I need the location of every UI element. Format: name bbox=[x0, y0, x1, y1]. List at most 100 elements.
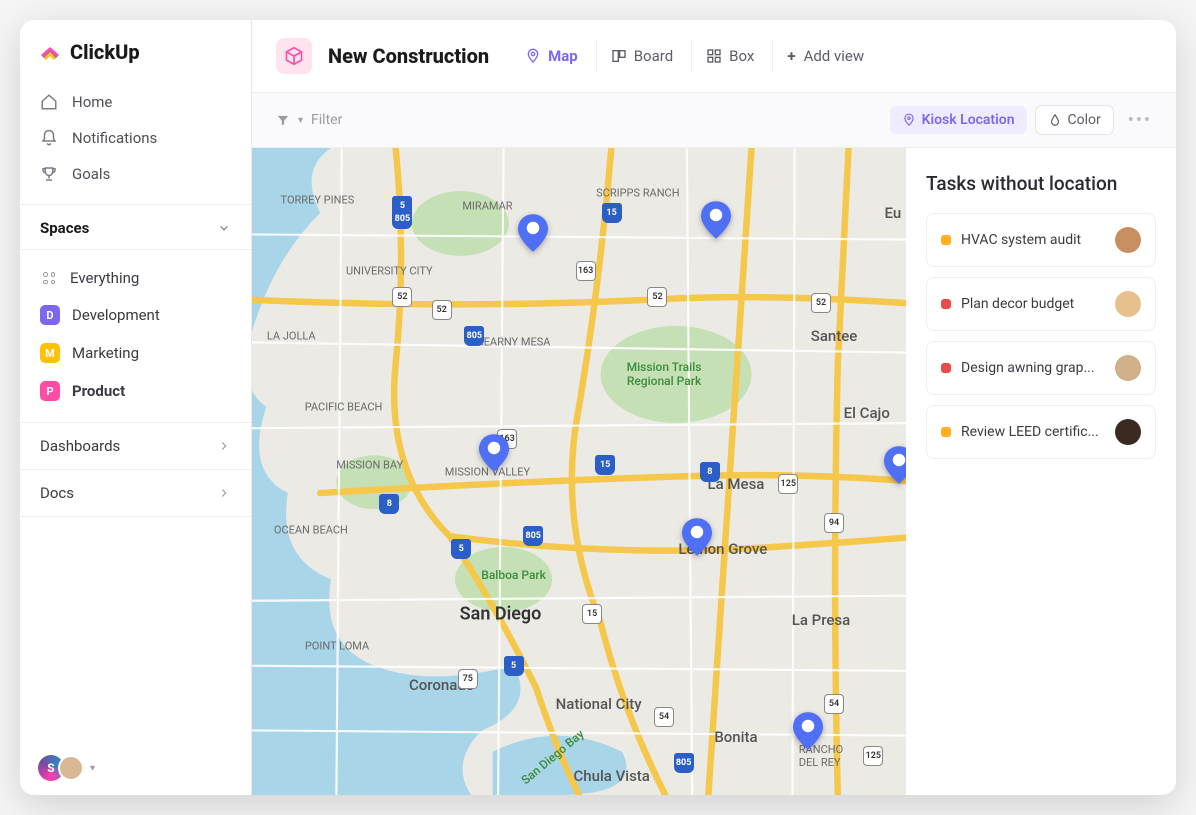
toolbar: ▾ Filter Kiosk Location Color ••• bbox=[252, 93, 1176, 148]
home-icon bbox=[40, 93, 58, 111]
pin-icon bbox=[902, 113, 916, 127]
tasks-panel: Tasks without location HVAC system audit… bbox=[906, 148, 1176, 795]
task-card[interactable]: HVAC system audit bbox=[926, 213, 1156, 267]
more-options-button[interactable]: ••• bbox=[1128, 110, 1152, 131]
space-badge: D bbox=[40, 305, 60, 325]
map-label: OCEAN BEACH bbox=[274, 523, 348, 536]
main: New Construction Map Board Box + Add vie… bbox=[252, 20, 1176, 795]
assignee-avatar bbox=[1115, 419, 1141, 445]
assignee-avatar bbox=[1115, 355, 1141, 381]
view-tab-box[interactable]: Box bbox=[691, 41, 768, 71]
panel-title: Tasks without location bbox=[926, 172, 1156, 195]
map-label: SCRIPPS RANCH bbox=[596, 187, 679, 200]
everything-icon bbox=[40, 269, 58, 287]
map-label: Mission TrailsRegional Park bbox=[627, 360, 702, 388]
map-view[interactable]: TORREY PINESMIRAMARSCRIPPS RANCHUNIVERSI… bbox=[252, 148, 906, 795]
map-pin[interactable] bbox=[479, 434, 509, 472]
nav-notifications[interactable]: Notifications bbox=[20, 120, 251, 156]
task-label: HVAC system audit bbox=[961, 232, 1105, 248]
filter-label: Filter bbox=[311, 112, 342, 128]
brand-name: ClickUp bbox=[70, 40, 140, 64]
map-pin[interactable] bbox=[518, 214, 548, 252]
space-label: Development bbox=[72, 306, 160, 324]
map-pin[interactable] bbox=[793, 712, 823, 750]
content: TORREY PINESMIRAMARSCRIPPS RANCHUNIVERSI… bbox=[252, 148, 1176, 795]
nav-label: Docs bbox=[40, 484, 74, 502]
interstate-shield-icon bbox=[523, 526, 543, 546]
route-shield-icon bbox=[647, 287, 667, 307]
bell-icon bbox=[40, 129, 58, 147]
map-label: PACIFIC BEACH bbox=[305, 400, 383, 413]
brand-logo[interactable]: ClickUp bbox=[20, 20, 251, 82]
map-label: National City bbox=[556, 695, 642, 713]
nav-label: Notifications bbox=[72, 129, 157, 147]
space-badge: P bbox=[40, 381, 60, 401]
view-label: Map bbox=[548, 47, 578, 65]
map-label: POINT LOMA bbox=[305, 640, 369, 653]
space-list: Everything D Development M Marketing P P… bbox=[20, 250, 251, 422]
route-shield-icon bbox=[392, 287, 412, 307]
status-indicator bbox=[941, 299, 951, 309]
interstate-shield-icon bbox=[504, 656, 524, 676]
space-development[interactable]: D Development bbox=[20, 296, 251, 334]
view-tab-board[interactable]: Board bbox=[596, 41, 687, 71]
task-label: Design awning grap... bbox=[961, 360, 1105, 376]
task-card[interactable]: Design awning grap... bbox=[926, 341, 1156, 395]
space-label: Marketing bbox=[72, 344, 139, 362]
space-marketing[interactable]: M Marketing bbox=[20, 334, 251, 372]
trophy-icon bbox=[40, 165, 58, 183]
interstate-shield-icon bbox=[392, 209, 412, 229]
kiosk-location-button[interactable]: Kiosk Location bbox=[890, 106, 1027, 134]
map-pin[interactable] bbox=[701, 201, 731, 239]
route-shield-icon bbox=[432, 300, 452, 320]
route-shield-icon bbox=[824, 694, 844, 714]
route-shield-icon bbox=[654, 707, 674, 727]
nav-home[interactable]: Home bbox=[20, 84, 251, 120]
filter-icon bbox=[276, 113, 290, 127]
view-label: Box bbox=[729, 47, 754, 65]
box-icon bbox=[284, 46, 304, 66]
user-menu[interactable]: S ▾ bbox=[20, 741, 251, 795]
task-card[interactable]: Review LEED certific... bbox=[926, 405, 1156, 459]
view-tab-map[interactable]: Map bbox=[511, 41, 592, 71]
assignee-avatar bbox=[1115, 291, 1141, 317]
filter-button[interactable]: ▾ Filter bbox=[276, 112, 342, 128]
task-label: Plan decor budget bbox=[961, 296, 1105, 312]
clickup-logo-icon bbox=[38, 40, 62, 64]
task-list: HVAC system audit Plan decor budget Desi… bbox=[926, 213, 1156, 459]
map-pin[interactable] bbox=[682, 518, 712, 556]
topbar: New Construction Map Board Box + Add vie… bbox=[252, 20, 1176, 93]
nav-label: Home bbox=[72, 93, 112, 111]
space-label: Product bbox=[72, 382, 125, 400]
map-label: Bonita bbox=[714, 728, 757, 746]
interstate-shield-icon bbox=[674, 753, 694, 773]
nav-label: Dashboards bbox=[40, 437, 120, 455]
add-view-label: Add view bbox=[804, 47, 865, 65]
project-icon bbox=[276, 38, 312, 74]
space-product[interactable]: P Product bbox=[20, 372, 251, 410]
map-label: Chula Vista bbox=[573, 767, 649, 785]
interstate-shield-icon bbox=[602, 203, 622, 223]
sidebar: ClickUp Home Notifications Goals Spaces bbox=[20, 20, 252, 795]
grid-icon bbox=[706, 48, 722, 64]
space-everything[interactable]: Everything bbox=[20, 260, 251, 296]
spaces-header-label: Spaces bbox=[40, 219, 89, 237]
task-card[interactable]: Plan decor budget bbox=[926, 277, 1156, 331]
color-button[interactable]: Color bbox=[1035, 105, 1114, 135]
map-label: Balboa Park bbox=[481, 568, 546, 582]
board-icon bbox=[611, 48, 627, 64]
space-label: Everything bbox=[70, 269, 139, 287]
add-view-button[interactable]: + Add view bbox=[772, 41, 878, 71]
chevron-right-icon bbox=[217, 439, 231, 453]
user-avatar-photo bbox=[58, 755, 84, 781]
map-pin[interactable] bbox=[884, 446, 906, 484]
map-label: KEARNY MESA bbox=[477, 336, 551, 349]
nav-dashboards[interactable]: Dashboards bbox=[20, 422, 251, 469]
view-label: Board bbox=[634, 47, 673, 65]
status-indicator bbox=[941, 427, 951, 437]
spaces-header[interactable]: Spaces bbox=[20, 204, 251, 250]
interstate-shield-icon bbox=[700, 462, 720, 482]
assignee-avatar bbox=[1115, 227, 1141, 253]
nav-docs[interactable]: Docs bbox=[20, 469, 251, 517]
nav-goals[interactable]: Goals bbox=[20, 156, 251, 192]
